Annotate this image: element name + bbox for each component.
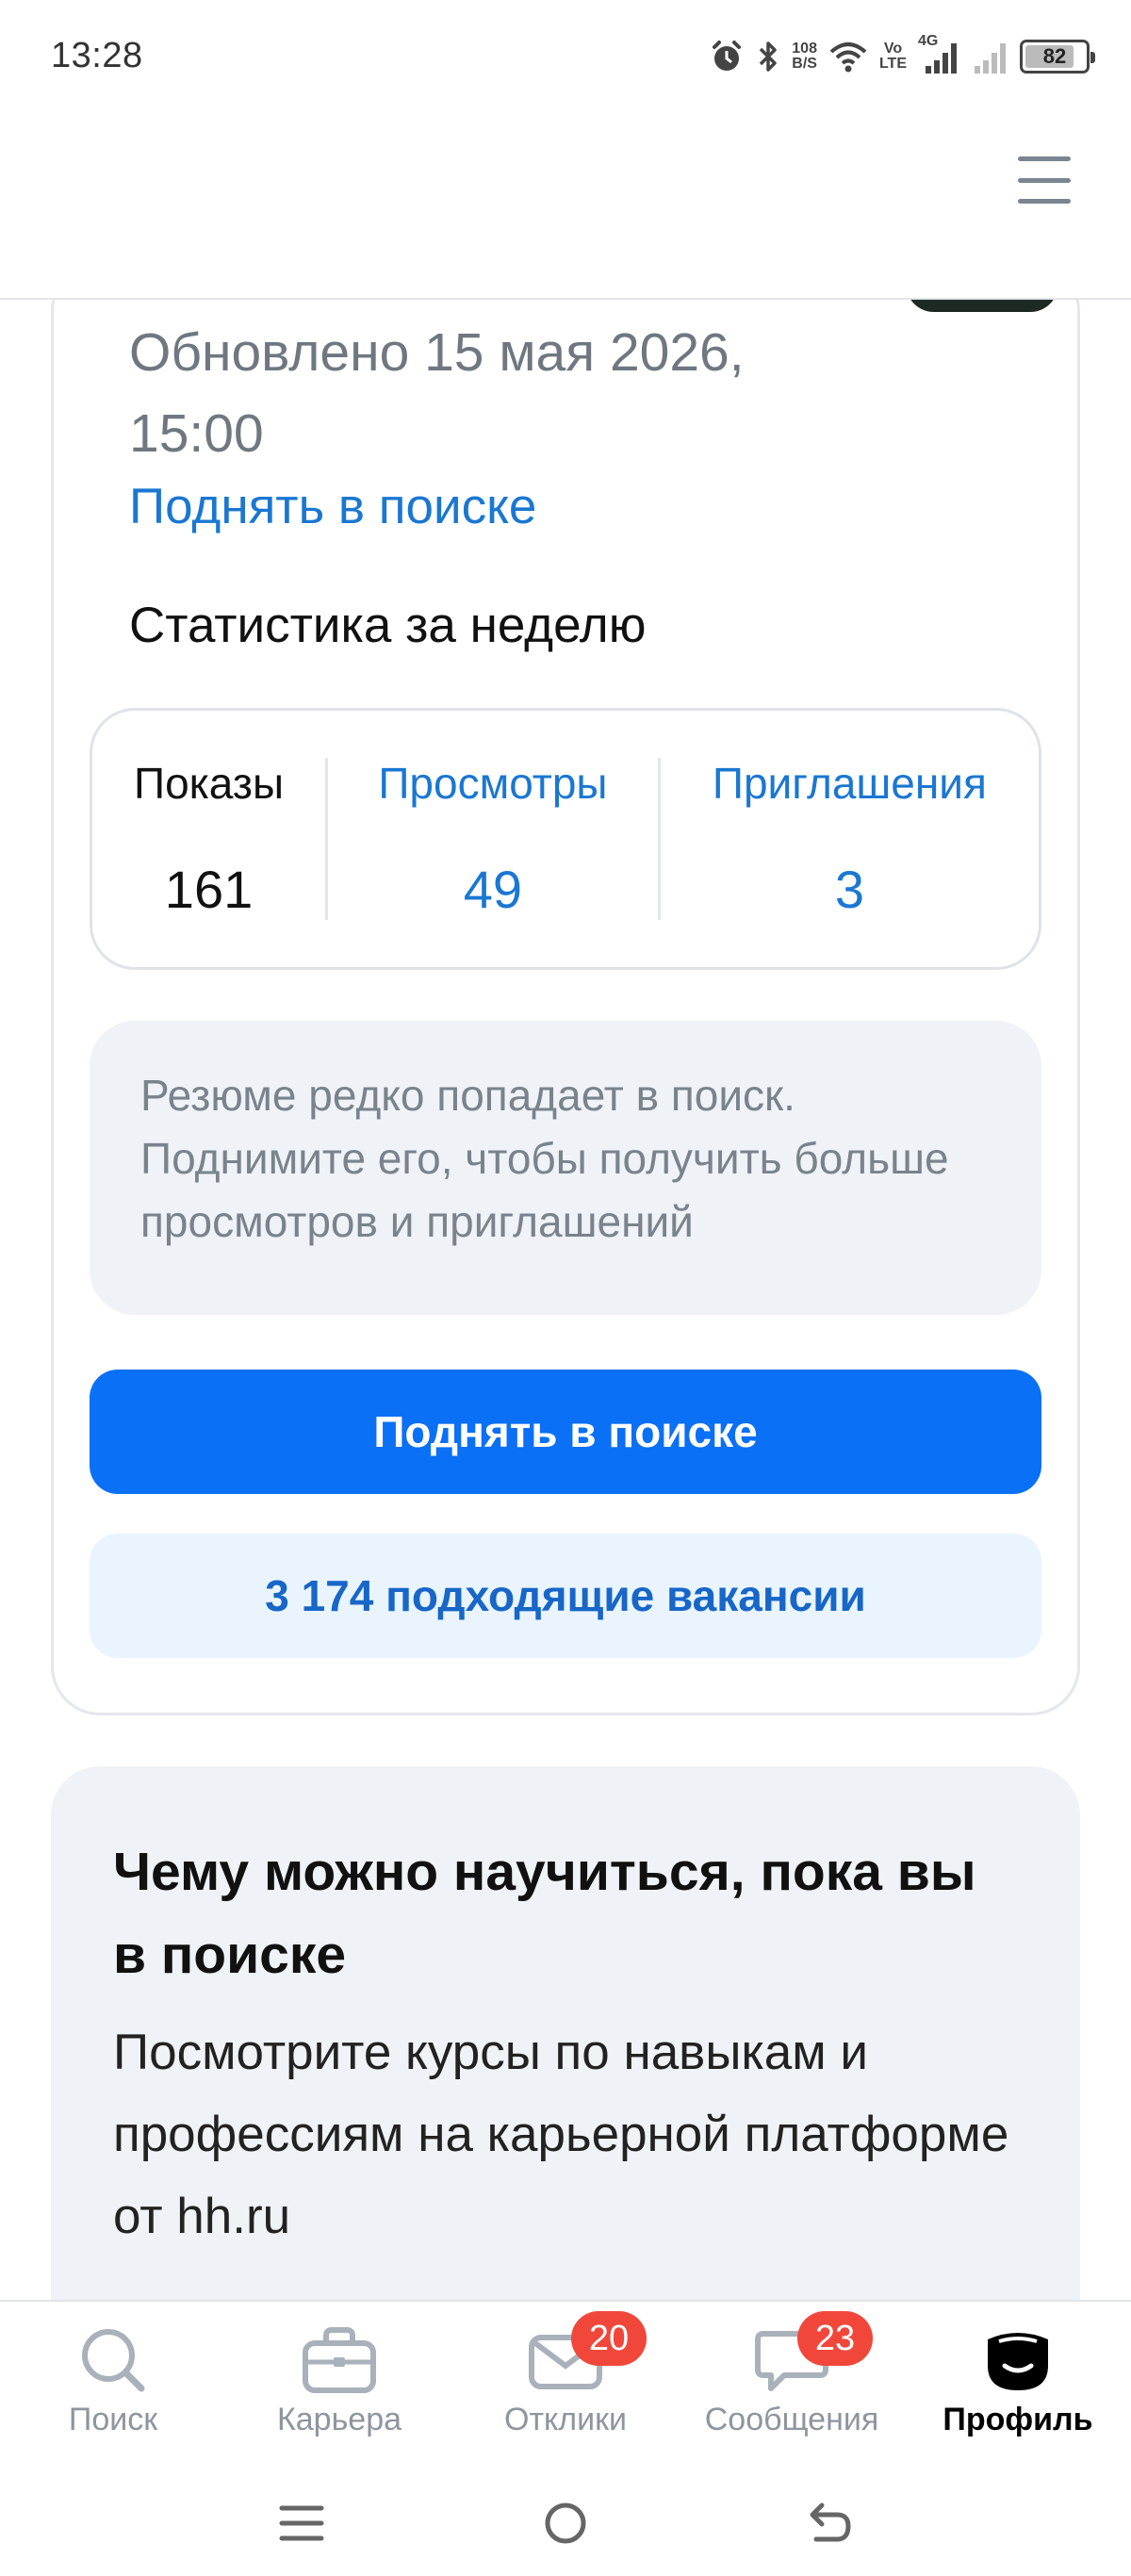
profile-icon xyxy=(978,2322,1057,2398)
stat-value: 3 xyxy=(834,860,864,919)
stat-value: 161 xyxy=(164,860,254,919)
status-icons: 108 B/S Vo LTE 4G 82 xyxy=(709,32,1095,81)
battery-icon: 82 xyxy=(1020,40,1095,74)
nav-label: Карьера xyxy=(276,2402,402,2437)
mail-icon: 20 xyxy=(526,2311,647,2398)
raise-in-search-link[interactable]: Поднять в поиске xyxy=(129,478,536,535)
app-header xyxy=(0,115,1131,300)
nav-item-search[interactable]: Поиск xyxy=(0,2302,226,2469)
nav-label: Сообщения xyxy=(704,2402,879,2437)
hint-text: Резюме редко попадает в поиск. Поднимите… xyxy=(140,1071,949,1246)
home-icon[interactable] xyxy=(523,2490,608,2556)
volte-indicator: Vo LTE xyxy=(878,41,907,72)
matching-vacancies-button[interactable]: 3 174 подходящие вакансии xyxy=(90,1534,1041,1658)
wifi-icon xyxy=(828,40,868,74)
chat-icon: 23 xyxy=(752,2311,873,2398)
hint-box: Резюме редко попадает в поиск. Поднимите… xyxy=(90,1021,1041,1315)
bottom-nav: Поиск Карьера 20 Отклики 23 Сообщения Пр… xyxy=(0,2300,1131,2469)
stat-value: 49 xyxy=(463,860,523,919)
briefcase-icon xyxy=(300,2322,379,2398)
nav-label: Поиск xyxy=(68,2402,158,2437)
alarm-icon xyxy=(709,39,745,74)
avatar[interactable] xyxy=(906,300,1058,312)
raise-in-search-button[interactable]: Поднять в поиске xyxy=(90,1370,1041,1494)
status-time: 13:28 xyxy=(51,36,143,75)
learn-card[interactable]: Чему можно научиться, пока вы в поиске П… xyxy=(51,1766,1080,2300)
resume-updated-text: Обновлено 15 мая 2026, 15:00 xyxy=(129,322,745,464)
nav-item-responses[interactable]: 20 Отклики xyxy=(452,2302,679,2469)
stat-impressions: Показы 161 xyxy=(92,758,325,920)
stat-views[interactable]: Просмотры 49 xyxy=(328,758,658,920)
nav-item-messages[interactable]: 23 Сообщения xyxy=(679,2302,905,2469)
stat-invitations[interactable]: Приглашения 3 xyxy=(661,758,1039,920)
stat-label: Показы xyxy=(134,759,285,808)
content-scroll[interactable]: Обновлено 15 мая 2026, 15:00 Поднять в п… xyxy=(0,300,1131,2300)
stat-label: Просмотры xyxy=(378,759,608,808)
learn-card-text: Посмотрите курсы по навыкам и профессиям… xyxy=(113,2025,1009,2244)
recent-apps-icon[interactable] xyxy=(259,2490,344,2556)
signal-icon-2 xyxy=(971,38,1008,75)
responses-badge: 20 xyxy=(571,2311,647,2366)
nav-label: Отклики xyxy=(504,2402,627,2437)
menu-icon[interactable] xyxy=(1018,156,1071,204)
nav-item-career[interactable]: Карьера xyxy=(226,2302,452,2469)
stat-label: Приглашения xyxy=(712,759,987,808)
nav-label: Профиль xyxy=(942,2402,1093,2437)
messages-badge: 23 xyxy=(797,2311,873,2366)
search-icon xyxy=(74,2322,153,2398)
weekly-stats: Показы 161 Просмотры 49 Приглашения 3 xyxy=(90,708,1041,970)
nav-item-profile[interactable]: Профиль xyxy=(905,2302,1131,2469)
learn-card-title: Чему можно научиться, пока вы в поиске xyxy=(113,1842,976,1985)
net-speed: 108 B/S xyxy=(792,41,817,72)
bluetooth-icon xyxy=(756,39,780,74)
back-icon[interactable] xyxy=(787,2490,872,2556)
resume-card: Обновлено 15 мая 2026, 15:00 Поднять в п… xyxy=(51,300,1080,1715)
status-bar: 13:28 108 B/S Vo LTE 4G 82 xyxy=(0,0,1131,115)
signal-icon: 4G xyxy=(918,34,959,75)
stats-title: Статистика за неделю xyxy=(129,598,647,653)
system-nav-bar xyxy=(0,2469,1131,2576)
